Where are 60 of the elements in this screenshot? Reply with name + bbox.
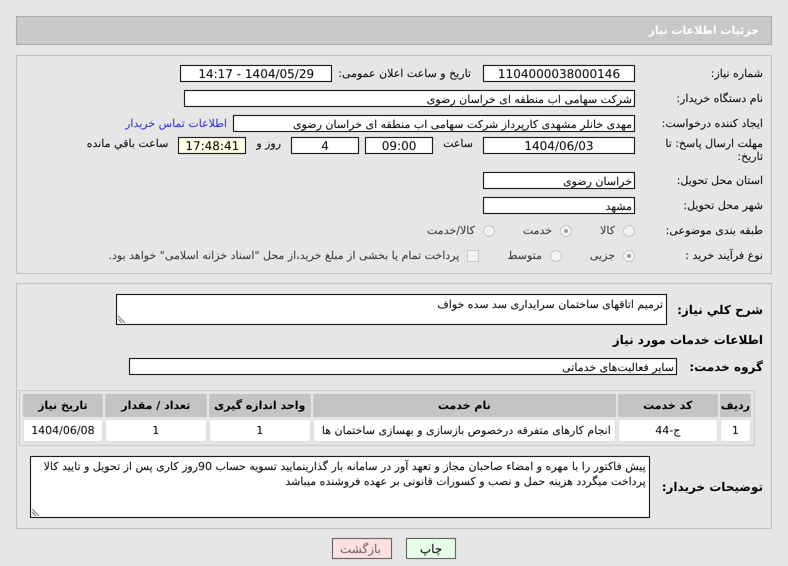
field-label: توضیحات خریدار:: [662, 480, 763, 494]
text-field[interactable]: 1404/05/29 - 14:17: [180, 65, 332, 82]
text-field[interactable]: 1404/06/03: [483, 137, 635, 154]
text-area[interactable]: ترمیم اتاقهای ساختمان سرایداری سد سده خواف: [116, 294, 668, 325]
text-area-value: پیش فاکتور را با مهره و امضاء صاحبان مجاز و تعهد آور در سامانه بار گذارینمایید تسویه حساب 90روز کاری پس از تحویل و تایید کالا پرداخت میگردد هزینه حمل و نصب و کسورات قانونی بر عهده فروشنده میباشد: [42, 459, 646, 489]
remaining-label: ساعت باقي مانده: [86, 137, 170, 150]
table-cell: 1404/06/08: [23, 419, 103, 442]
column-header: تعداد / مقدار: [104, 394, 207, 417]
column-header: کد خدمت: [618, 394, 718, 417]
table-cell: ج-44: [618, 419, 718, 442]
column-header: ردیف: [720, 394, 751, 417]
field-label: شماره نیاز:: [710, 67, 763, 80]
option-label: متوسط: [507, 249, 542, 262]
text-area-value: ترمیم اتاقهای ساختمان سرایداری سد سده خواف: [436, 297, 664, 312]
contact-link[interactable]: اطلاعات تماس خریدار: [125, 117, 227, 130]
radio-button[interactable]: [623, 250, 635, 262]
table-cell: انجام کارهای متفرقه درخصوص بازسازی و بهسازی ساختمان ها: [312, 419, 616, 442]
table-cell: 1: [720, 419, 751, 442]
radio-button[interactable]: [550, 250, 562, 262]
field-label: گروه خدمت:: [693, 360, 763, 374]
field-label: استان محل تحویل:: [676, 174, 763, 187]
table-cell: 1: [104, 419, 207, 442]
field-label: نام دستگاه خریدار:: [675, 92, 763, 105]
text-field[interactable]: مشهد: [483, 197, 635, 214]
column-header: نام خدمت: [312, 394, 616, 417]
field-label: شهر محل تحویل:: [682, 199, 763, 212]
text-field[interactable]: 09:00: [365, 137, 434, 154]
time-label: ساعت: [442, 137, 474, 150]
text-field[interactable]: خراسان رضوی: [483, 172, 635, 189]
radio-button[interactable]: [623, 224, 635, 236]
option-label: کالا/خدمت: [427, 224, 475, 237]
days-label: روز و: [254, 137, 282, 150]
option-label: جزیی: [590, 249, 615, 262]
text-field[interactable]: شرکت سهامی اب منطقه ای خراسان رضوی: [184, 90, 635, 107]
column-header: واحد اندازه گیری: [208, 394, 311, 417]
field-label: مهلت ارسال پاسخ: تا تاریخ:: [664, 137, 763, 163]
section-heading: اطلاعات خدمات مورد نیاز: [611, 332, 763, 349]
resize-grip-icon[interactable]: [32, 508, 40, 516]
resize-grip-icon[interactable]: [118, 315, 126, 323]
text-field[interactable]: 4: [291, 137, 360, 154]
text-field[interactable]: مهدی خانلر مشهدی کارپرداز شرکت سهامی اب منطقه ای خراسان رضوی: [233, 115, 635, 132]
text-field[interactable]: سایر فعالیت‌های خدماتی: [129, 358, 677, 375]
text-field[interactable]: 1104000038000146: [483, 65, 635, 82]
field-label: نوع فرآیند خرید :: [684, 249, 763, 262]
field-label: طبقه بندی موضوعی:: [664, 224, 763, 237]
radio-button[interactable]: [482, 224, 495, 236]
radio-button[interactable]: [560, 224, 572, 236]
back-button[interactable]: بازگشت: [332, 538, 392, 559]
checkbox-label: پرداخت تمام یا بخشی از مبلغ خرید،از محل "اسناد خزانه اسلامی" خواهد بود.: [108, 249, 460, 262]
column-header: تاریخ نیاز: [23, 394, 103, 417]
option-label: کالا: [600, 224, 615, 237]
text-field[interactable]: 17:48:41: [178, 137, 246, 154]
option-label: خدمت: [522, 224, 552, 237]
table-cell: 1: [208, 419, 311, 442]
checkbox[interactable]: [467, 250, 480, 262]
print-button[interactable]: چاپ: [406, 538, 456, 559]
text-area[interactable]: پیش فاکتور را با مهره و امضاء صاحبان مجاز و تعهد آور در سامانه بار گذارینمایید تسویه حساب 90روز کاری پس از تحویل و تایید کالا پرداخت میگردد هزینه حمل و نصب و کسورات قانونی بر عهده فروشنده میباشد: [30, 456, 650, 518]
field-label: شرح کلي نیاز:: [677, 302, 763, 316]
field-label: ایجاد کننده درخواست:: [660, 117, 763, 130]
field-label: تاریخ و ساعت اعلان عمومی:: [338, 67, 471, 80]
